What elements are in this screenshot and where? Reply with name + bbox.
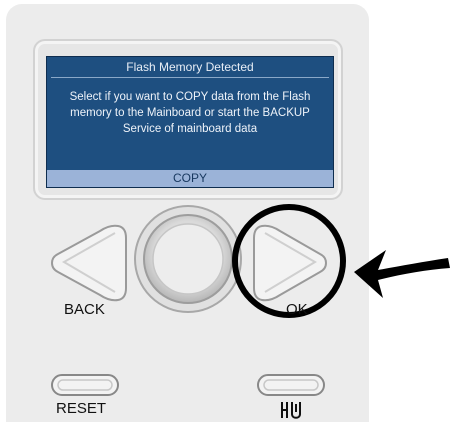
reset-button[interactable] xyxy=(51,374,119,396)
back-button[interactable] xyxy=(51,224,127,302)
reset-label: RESET xyxy=(56,400,107,417)
back-label: BACK xyxy=(64,301,105,318)
ok-button[interactable] xyxy=(253,224,327,302)
pointer-arrow-icon xyxy=(354,250,450,298)
ok-label: OK xyxy=(286,301,308,318)
rotary-knob[interactable] xyxy=(134,205,242,313)
service-tools-icon xyxy=(281,402,301,419)
service-button[interactable] xyxy=(257,374,325,396)
